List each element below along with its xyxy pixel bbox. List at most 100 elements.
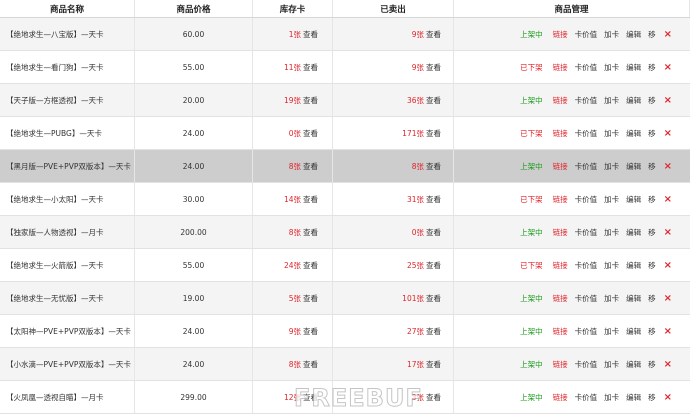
status-toggle[interactable]: 上架中: [520, 161, 543, 172]
card-price-button[interactable]: 卡价值: [575, 29, 598, 40]
table-row[interactable]: 【天子版—方框透视】—天卡 20.00 19张 查看 36张 查看 上架中 链接 卡价值 加卡 编辑…: [0, 84, 690, 117]
view-stock-link[interactable]: 查看: [303, 161, 318, 172]
link-button[interactable]: 链接: [553, 227, 568, 238]
move-button[interactable]: 移: [648, 128, 656, 139]
delete-icon[interactable]: ×: [664, 128, 672, 139]
table-row[interactable]: 【绝地求生—火箭版】—天卡 55.00 24张 查看 25张 查看 已下架 链接 卡价值 加卡 编辑…: [0, 249, 690, 282]
card-price-button[interactable]: 卡价值: [575, 293, 598, 304]
edit-button[interactable]: 编辑: [626, 62, 641, 73]
move-button[interactable]: 移: [648, 194, 656, 205]
move-button[interactable]: 移: [648, 326, 656, 337]
add-card-button[interactable]: 加卡: [604, 227, 619, 238]
delete-icon[interactable]: ×: [664, 293, 672, 304]
edit-button[interactable]: 编辑: [626, 293, 641, 304]
table-row[interactable]: 【小水滴—PVE+PVP双版本】—天卡 24.00 8张 查看 17张 查看 上架中 链接 卡价…: [0, 348, 690, 381]
view-sold-link[interactable]: 查看: [426, 260, 441, 271]
card-price-button[interactable]: 卡价值: [575, 260, 598, 271]
link-button[interactable]: 链接: [553, 161, 568, 172]
view-sold-link[interactable]: 查看: [426, 359, 441, 370]
move-button[interactable]: 移: [648, 227, 656, 238]
edit-button[interactable]: 编辑: [626, 95, 641, 106]
add-card-button[interactable]: 加卡: [604, 293, 619, 304]
add-card-button[interactable]: 加卡: [604, 95, 619, 106]
move-button[interactable]: 移: [648, 359, 656, 370]
link-button[interactable]: 链接: [553, 95, 568, 106]
edit-button[interactable]: 编辑: [626, 194, 641, 205]
delete-icon[interactable]: ×: [664, 392, 672, 403]
card-price-button[interactable]: 卡价值: [575, 194, 598, 205]
view-stock-link[interactable]: 查看: [303, 227, 318, 238]
status-toggle[interactable]: 上架中: [520, 326, 543, 337]
link-button[interactable]: 链接: [553, 326, 568, 337]
edit-button[interactable]: 编辑: [626, 359, 641, 370]
edit-button[interactable]: 编辑: [626, 227, 641, 238]
status-toggle[interactable]: 上架中: [520, 359, 543, 370]
view-sold-link[interactable]: 查看: [426, 161, 441, 172]
view-sold-link[interactable]: 查看: [426, 95, 441, 106]
move-button[interactable]: 移: [648, 29, 656, 40]
link-button[interactable]: 链接: [553, 392, 568, 403]
table-row[interactable]: 【绝地求生—八宝版】—天卡 60.00 1张 查看 9张 查看 上架中 链接 卡价值 加卡 编辑移 ×: [0, 18, 690, 51]
delete-icon[interactable]: ×: [664, 326, 672, 337]
status-toggle[interactable]: 已下架: [520, 128, 543, 139]
edit-button[interactable]: 编辑: [626, 326, 641, 337]
view-stock-link[interactable]: 查看: [303, 260, 318, 271]
card-price-button[interactable]: 卡价值: [575, 326, 598, 337]
move-button[interactable]: 移: [648, 260, 656, 271]
card-price-button[interactable]: 卡价值: [575, 62, 598, 73]
table-row[interactable]: 【绝地求生—PUBG】—天卡 24.00 0张 查看 171张 查看 已下架 链接 卡价值 加卡编…: [0, 117, 690, 150]
view-stock-link[interactable]: 查看: [303, 326, 318, 337]
edit-button[interactable]: 编辑: [626, 260, 641, 271]
view-stock-link[interactable]: 查看: [303, 29, 318, 40]
view-sold-link[interactable]: 查看: [426, 62, 441, 73]
link-button[interactable]: 链接: [553, 260, 568, 271]
delete-icon[interactable]: ×: [664, 62, 672, 73]
view-stock-link[interactable]: 查看: [303, 194, 318, 205]
link-button[interactable]: 链接: [553, 194, 568, 205]
card-price-button[interactable]: 卡价值: [575, 227, 598, 238]
status-toggle[interactable]: 上架中: [520, 227, 543, 238]
card-price-button[interactable]: 卡价值: [575, 392, 598, 403]
table-row[interactable]: 【太阳神—PVE+PVP双版本】—天卡 24.00 9张 查看 27张 查看 上架中 链接 卡价…: [0, 315, 690, 348]
link-button[interactable]: 链接: [553, 29, 568, 40]
move-button[interactable]: 移: [648, 293, 656, 304]
table-row[interactable]: 【绝地求生—看门狗】—天卡 55.00 11张 查看 9张 查看 已下架 链接 卡价值 加卡 编辑移…: [0, 51, 690, 84]
view-stock-link[interactable]: 查看: [303, 62, 318, 73]
view-stock-link[interactable]: 查看: [303, 128, 318, 139]
edit-button[interactable]: 编辑: [626, 29, 641, 40]
card-price-button[interactable]: 卡价值: [575, 359, 598, 370]
delete-icon[interactable]: ×: [664, 359, 672, 370]
card-price-button[interactable]: 卡价值: [575, 95, 598, 106]
view-sold-link[interactable]: 查看: [426, 194, 441, 205]
view-sold-link[interactable]: 查看: [426, 326, 441, 337]
view-sold-link[interactable]: 查看: [426, 227, 441, 238]
card-price-button[interactable]: 卡价值: [575, 128, 598, 139]
add-card-button[interactable]: 加卡: [604, 326, 619, 337]
link-button[interactable]: 链接: [553, 128, 568, 139]
edit-button[interactable]: 编辑: [626, 392, 641, 403]
view-sold-link[interactable]: 查看: [426, 29, 441, 40]
status-toggle[interactable]: 已下架: [520, 62, 543, 73]
move-button[interactable]: 移: [648, 161, 656, 172]
move-button[interactable]: 移: [648, 95, 656, 106]
view-sold-link[interactable]: 查看: [426, 293, 441, 304]
delete-icon[interactable]: ×: [664, 29, 672, 40]
add-card-button[interactable]: 加卡: [604, 194, 619, 205]
view-sold-link[interactable]: 查看: [426, 392, 441, 403]
card-price-button[interactable]: 卡价值: [575, 161, 598, 172]
link-button[interactable]: 链接: [553, 62, 568, 73]
add-card-button[interactable]: 加卡: [604, 29, 619, 40]
add-card-button[interactable]: 加卡: [604, 161, 619, 172]
table-row[interactable]: 【独家版—人物透视】—月卡 200.00 8张 查看 0张 查看 上架中 链接 卡价值 加卡 编辑移…: [0, 216, 690, 249]
delete-icon[interactable]: ×: [664, 260, 672, 271]
status-toggle[interactable]: 上架中: [520, 392, 543, 403]
delete-icon[interactable]: ×: [664, 194, 672, 205]
add-card-button[interactable]: 加卡: [604, 260, 619, 271]
view-stock-link[interactable]: 查看: [303, 293, 318, 304]
add-card-button[interactable]: 加卡: [604, 392, 619, 403]
add-card-button[interactable]: 加卡: [604, 62, 619, 73]
add-card-button[interactable]: 加卡: [604, 128, 619, 139]
add-card-button[interactable]: 加卡: [604, 359, 619, 370]
move-button[interactable]: 移: [648, 392, 656, 403]
status-toggle[interactable]: 上架中: [520, 29, 543, 40]
